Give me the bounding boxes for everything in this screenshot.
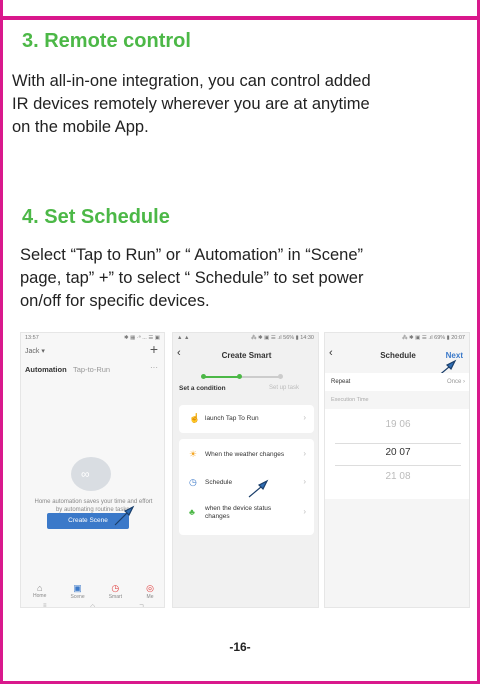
nav-home[interactable]: ⌂ Home	[33, 583, 46, 600]
row-label: Schedule	[205, 479, 233, 486]
pointer-arrow-icon	[114, 505, 135, 526]
step-dot	[201, 374, 206, 379]
empty-state-illustration	[71, 457, 111, 491]
status-left: ▲ ▲	[177, 335, 190, 341]
home-selector[interactable]: Jack ▾	[25, 347, 45, 355]
empty-state-message: Home automation saves your time and effo…	[25, 498, 162, 514]
section4-title: 4. Set Schedule	[22, 206, 170, 228]
status-icons: ⁂ ✱ ▣ ☰ .ıl 56% ▮ 14:30	[250, 335, 314, 341]
message-line: Home automation saves your time and effo…	[34, 499, 153, 505]
nav-me[interactable]: ◎ Me	[146, 583, 154, 600]
hand-icon: ☝	[189, 413, 201, 423]
section3-body: With all-in-one integration, you can con…	[12, 70, 371, 139]
tab-tap-to-run[interactable]: Tap-to-Run	[73, 365, 110, 374]
time-picker[interactable]: 19 06 20 07 21 08	[325, 409, 469, 499]
status-icons: ⁂ ✱ ▣ ☰ .ıl 69% ▮ 20:07	[401, 335, 465, 341]
picker-value[interactable]: 21 08	[325, 471, 469, 482]
section4-line: on/off for specific devices.	[20, 292, 210, 310]
add-icon[interactable]: +	[150, 341, 158, 357]
clock-icon: ◷	[189, 477, 197, 487]
tab-automation[interactable]: Automation	[25, 365, 67, 374]
section3-line: With all-in-one integration, you can con…	[12, 72, 371, 90]
condition-weather[interactable]: ☀ When the weather changes ›	[179, 443, 314, 467]
row-label: When the weather changes	[205, 451, 285, 458]
screenshot-schedule: ⁂ ✱ ▣ ☰ .ıl 69% ▮ 20:07 ‹ Schedule Next …	[324, 332, 470, 608]
chevron-right-icon: ›	[303, 449, 306, 458]
status-time: 13:57	[25, 335, 39, 341]
menu-key-icon[interactable]: ≡	[43, 603, 47, 607]
picker-selected-value[interactable]: 20 07	[325, 447, 469, 458]
picker-divider	[335, 465, 461, 466]
condition-device-status[interactable]: ♣ when the device status changes ›	[179, 501, 314, 531]
home-key-icon[interactable]: ◇	[90, 603, 95, 607]
scene-icon: ▣	[73, 583, 82, 593]
tap-to-run-card: ☝ launch Tap To Run ›	[179, 405, 314, 433]
system-keys: ≡ ◇ ⊐	[21, 603, 164, 607]
step-task: Set up task	[269, 385, 300, 391]
screenshot-automation: 13:57 ✱ ▦ ·ᵊ ... ☰ ▣ Jack ▾ + Automation…	[20, 332, 165, 608]
top-bar	[0, 0, 480, 20]
page-number: -16-	[229, 640, 251, 654]
screenshot-create-smart: ▲ ▲ ⁂ ✱ ▣ ☰ .ıl 56% ▮ 14:30 ‹ Create Sma…	[172, 332, 319, 608]
chevron-right-icon: ›	[303, 477, 306, 486]
home-icon: ⌂	[36, 583, 43, 593]
section4-line: page, tap” +” to select “ Schedule” to s…	[20, 269, 364, 287]
section4-line: Select “Tap to Run” or “ Automation” in …	[20, 246, 363, 264]
nav-label: Scene	[70, 594, 85, 600]
pointer-arrow-icon	[248, 479, 269, 498]
section4-body: Select “Tap to Run” or “ Automation” in …	[20, 244, 363, 313]
device-icon: ♣	[189, 507, 195, 517]
link-icon: ∞	[81, 467, 90, 481]
step-progress	[203, 376, 281, 378]
step-condition: Set a condition	[179, 385, 226, 392]
sun-icon: ☀	[189, 449, 198, 459]
repeat-value: Once ›	[446, 379, 465, 385]
nav-label: Me	[146, 594, 154, 600]
smart-icon: ◷	[111, 583, 120, 593]
screen-title: Create Smart	[221, 351, 272, 360]
picker-divider	[335, 443, 461, 444]
nav-scene[interactable]: ▣ Scene	[70, 583, 84, 600]
execution-time-label: Execution Time	[331, 397, 369, 403]
back-key-icon[interactable]: ⊐	[139, 603, 144, 607]
more-icon[interactable]: ···	[150, 363, 158, 372]
me-icon: ◎	[146, 583, 154, 593]
nav-smart[interactable]: ◷ Smart	[109, 583, 122, 600]
section3-line: on the mobile App.	[12, 118, 149, 136]
condition-launch-tap-to-run[interactable]: ☝ launch Tap To Run ›	[179, 407, 314, 431]
nav-label: Home	[33, 593, 47, 599]
step-dot	[237, 374, 242, 379]
bottom-nav: ⌂ Home ▣ Scene ◷ Smart ◎ Me	[21, 583, 164, 600]
repeat-row[interactable]: Repeat Once ›	[325, 373, 469, 391]
step-dot	[278, 374, 283, 379]
chevron-right-icon: ›	[303, 507, 306, 516]
row-label: launch Tap To Run	[205, 415, 259, 422]
picker-value[interactable]: 19 06	[325, 419, 469, 430]
nav-label: Smart	[108, 594, 123, 600]
row-label: when the device status changes	[205, 505, 272, 520]
section3-line: IR devices remotely wherever you are at …	[12, 95, 370, 113]
section3-title: 3. Remote control	[22, 30, 191, 52]
repeat-label: Repeat	[331, 379, 351, 385]
chevron-right-icon: ›	[303, 413, 306, 422]
